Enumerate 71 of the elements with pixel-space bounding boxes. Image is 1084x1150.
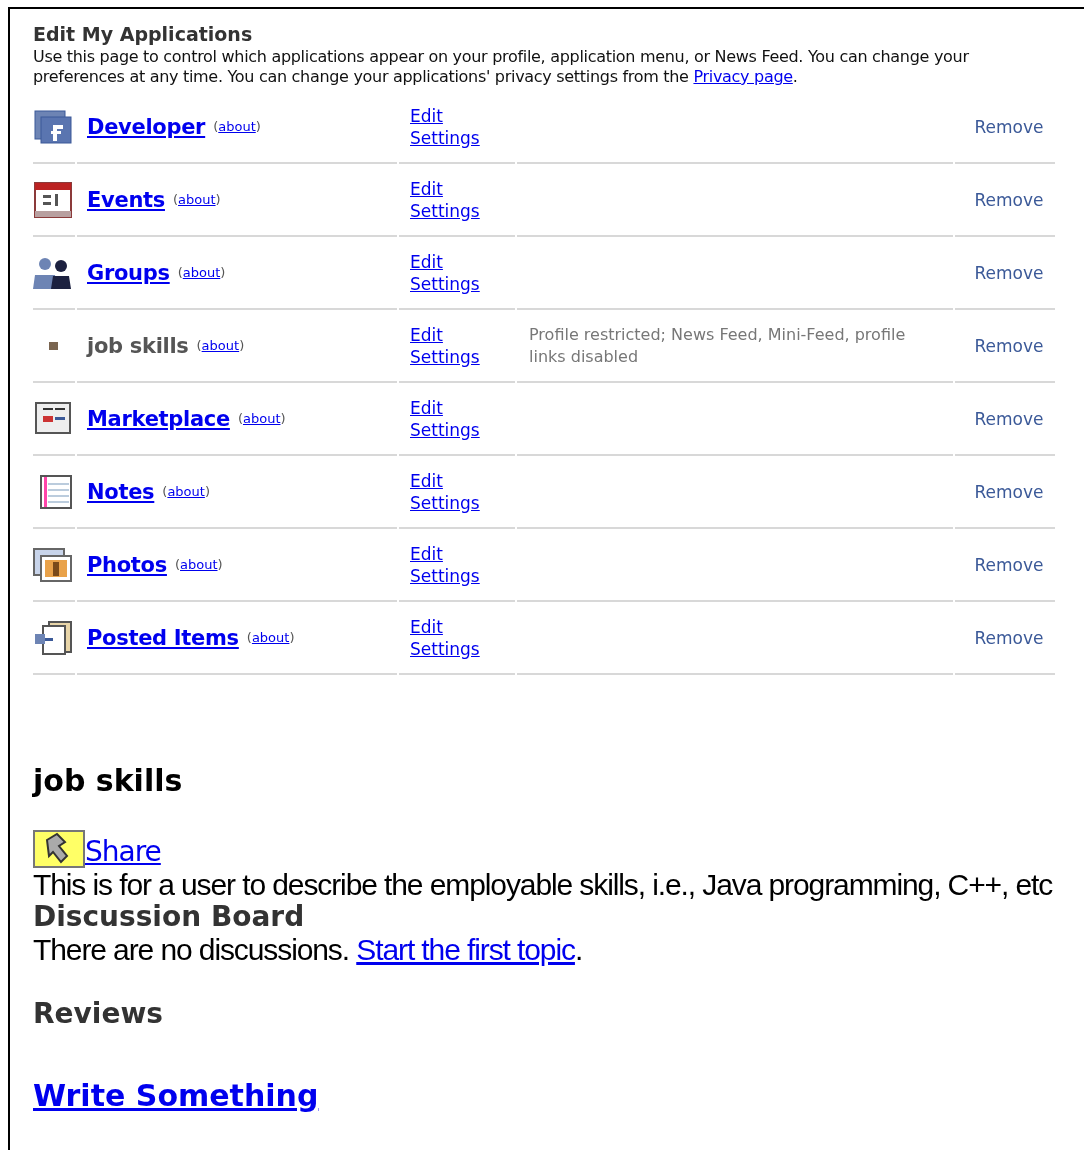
edit-link[interactable]: Edit <box>410 396 443 419</box>
remove-link[interactable]: Remove <box>974 554 1044 575</box>
edit-link[interactable]: Edit <box>410 542 443 565</box>
settings-link[interactable]: Settings <box>410 637 480 660</box>
discussion-text: There are no discussions. Start the first topic. <box>33 933 584 966</box>
bracket: ( <box>177 265 183 280</box>
bracket: ) <box>215 192 221 207</box>
app-name[interactable]: Events <box>87 187 165 212</box>
photos-icon <box>33 546 73 583</box>
about-link[interactable]: about <box>182 265 221 280</box>
settings-link[interactable]: Settings <box>410 126 480 149</box>
bracket: ( <box>174 557 180 572</box>
bracket: ) <box>289 630 295 645</box>
bracket: ( <box>213 119 219 134</box>
settings-link[interactable]: Settings <box>410 199 480 222</box>
bracket: ( <box>162 484 168 499</box>
share-link[interactable]: Share <box>85 835 161 868</box>
bracket: ( <box>196 338 202 353</box>
bracket: ) <box>220 265 226 280</box>
bracket: ( <box>246 630 252 645</box>
about-link[interactable]: about <box>218 119 256 134</box>
page-title: Edit My Applications <box>33 23 254 45</box>
bracket: ) <box>204 484 210 499</box>
edit-link[interactable]: Edit <box>410 615 443 638</box>
settings-link[interactable]: Settings <box>410 272 480 295</box>
app-name[interactable]: Marketplace <box>87 406 230 431</box>
remove-link[interactable]: Remove <box>974 116 1044 137</box>
remove-link[interactable]: Remove <box>974 481 1044 502</box>
remove-link[interactable]: Remove <box>974 627 1044 648</box>
about-link[interactable]: about <box>167 484 205 499</box>
app-description: This is for a user to describe the employable skills, i.e., Java programming, C++, etc <box>33 868 1052 901</box>
start-topic-link[interactable]: Start the first topic <box>356 933 575 966</box>
about-link[interactable]: about <box>243 411 281 426</box>
app-name[interactable]: Photos <box>87 552 167 577</box>
page-description: Use this page to control which applications appear on your profile, application menu, or News Feed. You can change your preferences at any time. You can change your applications' privacy settings from the Privacy page. <box>33 47 970 87</box>
calendar-icon <box>33 181 73 218</box>
about-link[interactable]: about <box>180 557 218 572</box>
bracket: ) <box>239 338 245 353</box>
status-text: Profile restricted; News Feed, Mini-Feed, profile links disabled <box>529 323 907 368</box>
write-something-link[interactable]: Write Something <box>33 1078 319 1113</box>
remove-link[interactable]: Remove <box>974 262 1044 283</box>
bracket: ( <box>172 192 179 207</box>
edit-link[interactable]: Edit <box>410 469 443 492</box>
settings-link[interactable]: Settings <box>410 418 480 441</box>
newspaper-icon <box>33 400 73 437</box>
share-icon <box>33 830 85 868</box>
app-name[interactable]: Developer <box>87 114 206 139</box>
edit-link[interactable]: Edit <box>410 177 443 200</box>
settings-link[interactable]: Settings <box>410 491 480 514</box>
documents-icon <box>33 619 73 656</box>
about-link[interactable]: about <box>178 192 216 207</box>
app-name: job skills <box>87 333 189 358</box>
discussion-heading: Discussion Board <box>33 901 306 933</box>
remove-link[interactable]: Remove <box>974 189 1044 210</box>
reviews-heading: Reviews <box>33 998 164 1030</box>
bracket: ( <box>237 411 243 426</box>
bracket: ) <box>255 119 261 134</box>
app-title: job skills <box>33 763 184 798</box>
settings-link[interactable]: Settings <box>410 564 480 587</box>
bracket: ) <box>217 557 223 572</box>
small-square-icon <box>48 341 58 350</box>
stacked-windows-icon <box>33 108 73 145</box>
edit-link[interactable]: Edit <box>410 104 443 127</box>
edit-link[interactable]: Edit <box>410 250 443 273</box>
app-name[interactable]: Posted Items <box>87 625 239 650</box>
remove-link[interactable]: Remove <box>974 408 1044 429</box>
privacy-link[interactable]: Privacy page <box>693 67 793 86</box>
app-name[interactable]: Notes <box>87 479 155 504</box>
bracket: ) <box>280 411 286 426</box>
about-link[interactable]: about <box>251 630 290 645</box>
app-name[interactable]: Groups <box>87 260 170 285</box>
